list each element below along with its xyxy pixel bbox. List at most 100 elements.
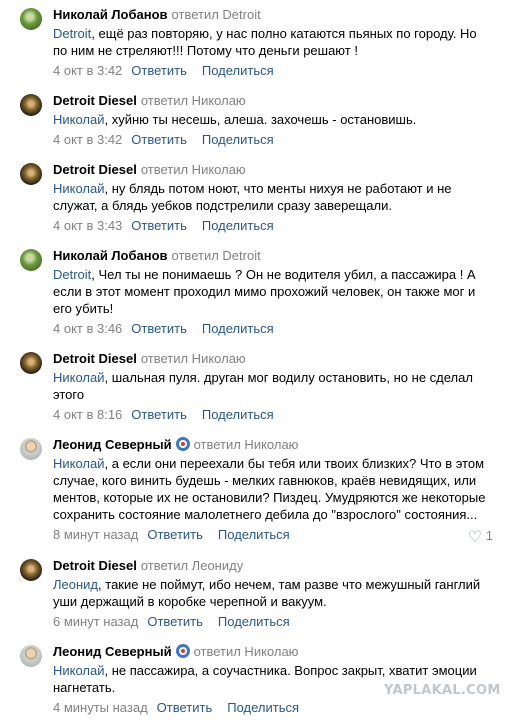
comment-text: Detroit, Чел ты не понимаешь ? Он не вод… (53, 266, 493, 317)
avatar[interactable] (20, 94, 42, 116)
comment-header: Detroit Diesel ответил Николаю (53, 92, 493, 109)
comment-meta: 6 минут назад Ответить Поделиться (53, 613, 493, 630)
avatar[interactable] (20, 438, 42, 460)
comment-header: Леонид Северный ответил Николаю (53, 436, 493, 453)
mention-link[interactable]: Detroit (53, 26, 91, 41)
author-name[interactable]: Николай Лобанов (53, 248, 168, 263)
replied-to[interactable]: ответил Николаю (141, 162, 246, 177)
replied-to[interactable]: ответил Detroit (172, 248, 261, 263)
timestamp[interactable]: 4 окт в 3:43 (53, 218, 122, 233)
comment-meta: 4 окт в 3:46 Ответить Поделиться (53, 320, 493, 337)
comment-text-body: , хуйню ты несешь, алеша. захочешь - ост… (104, 112, 417, 127)
comment-meta: 8 минут назад Ответить Поделиться (53, 526, 493, 543)
comment-header: Николай Лобанов ответил Detroit (53, 6, 493, 23)
avatar[interactable] (20, 645, 42, 667)
comment-meta: 4 минуты назад Ответить Поделиться (53, 699, 493, 716)
comment-text: Николай, ну блядь потом ноют, что менты … (53, 180, 493, 214)
timestamp[interactable]: 6 минут назад (53, 614, 138, 629)
reply-button[interactable]: Ответить (131, 407, 187, 422)
author-name[interactable]: Леонид Северный (53, 644, 172, 659)
author-name[interactable]: Detroit Diesel (53, 162, 137, 177)
heart-icon: ♡ (467, 529, 483, 546)
comment-text-body: , такие не поймут, ибо нечем, там разве … (53, 577, 481, 609)
mention-link[interactable]: Николай (53, 181, 105, 196)
comment-body: Леонид Северный ответил Николаю Николай, … (53, 643, 493, 716)
mention-link[interactable]: Николай (53, 370, 105, 385)
comment-header: Detroit Diesel ответил Николаю (53, 161, 493, 178)
timestamp[interactable]: 4 окт в 3:42 (53, 132, 122, 147)
replied-to[interactable]: ответил Николаю (194, 437, 299, 452)
like-count: 1 (485, 528, 493, 543)
comment-body: Николай Лобанов ответил Detroit Detroit, … (53, 6, 493, 79)
like-button[interactable]: ♡ 1 (468, 527, 493, 547)
reply-button[interactable]: Ответить (131, 321, 187, 336)
author-name[interactable]: Detroit Diesel (53, 93, 137, 108)
comment-meta: 4 окт в 3:43 Ответить Поделиться (53, 217, 493, 234)
replied-to[interactable]: ответил Николаю (141, 93, 246, 108)
avatar[interactable] (20, 352, 42, 374)
share-button[interactable]: Поделиться (227, 700, 299, 715)
comment-text-body: , ну блядь потом ноют, что менты нихуя н… (53, 181, 452, 213)
reply-button[interactable]: Ответить (147, 527, 203, 542)
share-button[interactable]: Поделиться (202, 63, 274, 78)
comment-meta: 4 окт в 3:42 Ответить Поделиться (53, 62, 493, 79)
comment-body: Detroit Diesel ответил Леониду Леонид, та… (53, 557, 493, 630)
reply-button[interactable]: Ответить (131, 218, 187, 233)
share-button[interactable]: Поделиться (202, 132, 274, 147)
avatar[interactable] (20, 249, 42, 271)
community-badge-icon (175, 644, 190, 658)
comment-text-body: , а если они переехали бы тебя или твоих… (53, 456, 486, 522)
comment-text-body: , шальная пуля. друган мог водилу остано… (53, 370, 473, 402)
comment-meta: 4 окт в 3:42 Ответить Поделиться (53, 131, 493, 148)
comment-text: Detroit, ещё раз повторяю, у нас полно к… (53, 25, 493, 59)
comment-header: Detroit Diesel ответил Николаю (53, 350, 493, 367)
reply-button[interactable]: Ответить (131, 63, 187, 78)
replied-to[interactable]: ответил Николаю (194, 644, 299, 659)
avatar[interactable] (20, 8, 42, 30)
share-button[interactable]: Поделиться (218, 527, 290, 542)
comment-text-body: , ещё раз повторяю, у нас полно катаются… (53, 26, 477, 58)
avatar[interactable] (20, 163, 42, 185)
reply-button[interactable]: Ответить (147, 614, 203, 629)
comment-text: Николай, хуйню ты несешь, алеша. захочеш… (53, 111, 493, 128)
comment-body: Николай Лобанов ответил Detroit Detroit, … (53, 247, 493, 337)
share-button[interactable]: Поделиться (202, 218, 274, 233)
community-badge-icon (175, 437, 190, 451)
mention-link[interactable]: Леонид (53, 577, 98, 592)
author-name[interactable]: Detroit Diesel (53, 558, 137, 573)
share-button[interactable]: Поделиться (202, 407, 274, 422)
author-name[interactable]: Detroit Diesel (53, 351, 137, 366)
mention-link[interactable]: Николай (53, 663, 105, 678)
comment-body: Леонид Северный ответил Николаю Николай, … (53, 436, 493, 543)
site-watermark: YAPLAKAL.COM (384, 683, 501, 698)
mention-link[interactable]: Николай (53, 112, 105, 127)
mention-link[interactable]: Detroit (53, 267, 91, 282)
mention-link[interactable]: Николай (53, 456, 105, 471)
author-name[interactable]: Николай Лобанов (53, 7, 168, 22)
comment-body: Detroit Diesel ответил Николаю Николай, н… (53, 161, 493, 234)
share-button[interactable]: Поделиться (202, 321, 274, 336)
timestamp[interactable]: 4 окт в 3:46 (53, 321, 122, 336)
author-name[interactable]: Леонид Северный (53, 437, 172, 452)
comment-body: Detroit Diesel ответил Николаю Николай, х… (53, 92, 493, 148)
timestamp[interactable]: 4 минуты назад (53, 700, 148, 715)
replied-to[interactable]: ответил Detroit (172, 7, 261, 22)
replied-to[interactable]: ответил Леониду (141, 558, 243, 573)
share-button[interactable]: Поделиться (218, 614, 290, 629)
comment-header: Detroit Diesel ответил Леониду (53, 557, 493, 574)
timestamp[interactable]: 4 окт в 8:16 (53, 407, 122, 422)
comment-text-body: , Чел ты не понимаешь ? Он не водителя у… (53, 267, 476, 316)
comment-header: Леонид Северный ответил Николаю (53, 643, 493, 660)
comments-feed: Николай Лобанов ответил Detroit Detroit, … (0, 0, 511, 722)
comment-text: Леонид, такие не поймут, ибо нечем, там … (53, 576, 493, 610)
reply-button[interactable]: Ответить (131, 132, 187, 147)
timestamp[interactable]: 4 окт в 3:42 (53, 63, 122, 78)
comment-text: Николай, а если они переехали бы тебя ил… (53, 455, 493, 523)
avatar[interactable] (20, 559, 42, 581)
replied-to[interactable]: ответил Николаю (141, 351, 246, 366)
comment-meta: 4 окт в 8:16 Ответить Поделиться (53, 406, 493, 423)
reply-button[interactable]: Ответить (157, 700, 213, 715)
comment-text: Николай, шальная пуля. друган мог водилу… (53, 369, 493, 403)
comment-body: Detroit Diesel ответил Николаю Николай, ш… (53, 350, 493, 423)
timestamp[interactable]: 8 минут назад (53, 527, 138, 542)
